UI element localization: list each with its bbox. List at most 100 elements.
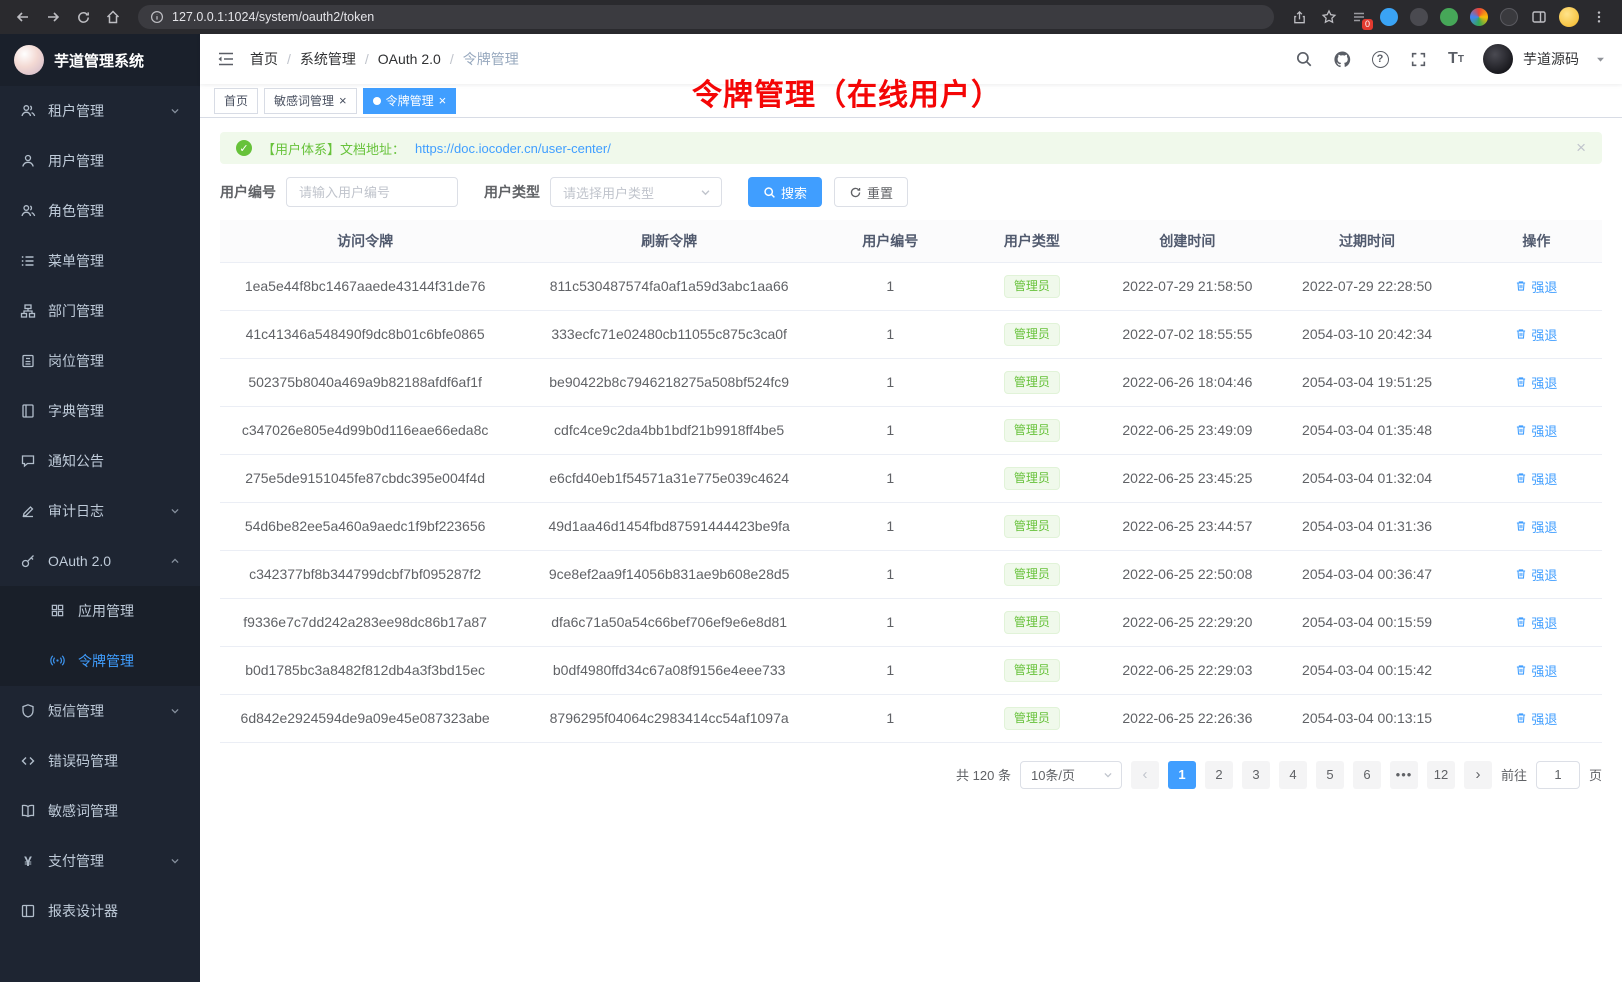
actions-cell: 强退 bbox=[1471, 358, 1602, 406]
trash-icon bbox=[1515, 424, 1527, 436]
extension-green-icon[interactable] bbox=[1436, 4, 1462, 30]
sidebar-item-label: 支付管理 bbox=[48, 851, 104, 871]
extension-dark-icon[interactable] bbox=[1406, 4, 1432, 30]
sidebar-item-label: 敏感词管理 bbox=[48, 801, 118, 821]
more-pages-button[interactable]: ••• bbox=[1390, 761, 1418, 789]
force-logout-button[interactable]: 强退 bbox=[1515, 565, 1557, 584]
share-icon[interactable] bbox=[1286, 4, 1312, 30]
page-button-4[interactable]: 4 bbox=[1279, 761, 1307, 789]
sidebar-item-error-code[interactable]: 错误码管理 bbox=[0, 736, 200, 786]
broadcast-icon bbox=[50, 653, 66, 669]
force-logout-button[interactable]: 强退 bbox=[1515, 421, 1557, 440]
page-size-select[interactable]: 10条/页 bbox=[1020, 761, 1122, 789]
force-logout-button[interactable]: 强退 bbox=[1515, 517, 1557, 536]
page-button-last[interactable]: 12 bbox=[1427, 761, 1455, 789]
split-view-icon[interactable] bbox=[1526, 4, 1552, 30]
refresh-icon[interactable] bbox=[70, 4, 96, 30]
force-logout-button[interactable]: 强退 bbox=[1515, 613, 1557, 632]
sidebar-item-role[interactable]: 角色管理 bbox=[0, 186, 200, 236]
breadcrumb-home[interactable]: 首页 bbox=[250, 49, 278, 69]
sidebar-item-sensitive-word[interactable]: 敏感词管理 bbox=[0, 786, 200, 836]
address-bar[interactable]: 127.0.0.1:1024/system/oauth2/token bbox=[138, 5, 1274, 29]
forward-icon[interactable] bbox=[40, 4, 66, 30]
user-type-cell: 管理员 bbox=[952, 502, 1111, 550]
reset-button[interactable]: 重置 bbox=[834, 177, 908, 207]
sidebar-item-user[interactable]: 用户管理 bbox=[0, 136, 200, 186]
refresh-token-cell: dfa6c71a50a54c66bef706ef9e6e8d81 bbox=[510, 598, 828, 646]
sidebar-collapse-icon[interactable] bbox=[216, 49, 236, 69]
tab-sensitive-word[interactable]: 敏感词管理 × bbox=[264, 88, 357, 114]
page-button-2[interactable]: 2 bbox=[1205, 761, 1233, 789]
goto-page-input[interactable] bbox=[1536, 761, 1580, 789]
close-icon[interactable]: × bbox=[439, 94, 447, 107]
chevron-down-icon bbox=[1103, 770, 1113, 780]
table-row: 6d842e2924594de9a09e45e087323abe 8796295… bbox=[220, 694, 1602, 742]
breadcrumb-system[interactable]: 系统管理 bbox=[300, 49, 356, 69]
tab-token-mgmt[interactable]: 令牌管理 × bbox=[363, 88, 457, 114]
page-button-6[interactable]: 6 bbox=[1353, 761, 1381, 789]
fullscreen-icon[interactable] bbox=[1407, 48, 1429, 70]
page-button-1[interactable]: 1 bbox=[1168, 761, 1196, 789]
force-logout-button[interactable]: 强退 bbox=[1515, 277, 1557, 296]
sidebar-item-label: 字典管理 bbox=[48, 401, 104, 421]
user-type-select[interactable]: 请选择用户类型 bbox=[550, 177, 722, 207]
info-icon[interactable] bbox=[150, 10, 164, 24]
sidebar-item-notice[interactable]: 通知公告 bbox=[0, 436, 200, 486]
breadcrumb-separator: / bbox=[287, 51, 291, 67]
sidebar-item-audit-log[interactable]: 审计日志 bbox=[0, 486, 200, 536]
user-id-input[interactable] bbox=[286, 177, 458, 207]
search-icon[interactable] bbox=[1293, 48, 1315, 70]
expire-time-cell: 2054-03-04 00:15:42 bbox=[1263, 646, 1470, 694]
extension-multicolor-icon[interactable] bbox=[1466, 4, 1492, 30]
force-logout-button[interactable]: 强退 bbox=[1515, 661, 1557, 680]
bookmark-star-icon[interactable] bbox=[1316, 4, 1342, 30]
sidebar-item-menu[interactable]: 菜单管理 bbox=[0, 236, 200, 286]
sidebar-item-sms[interactable]: 短信管理 bbox=[0, 686, 200, 736]
back-icon[interactable] bbox=[10, 4, 36, 30]
breadcrumb-separator: / bbox=[365, 51, 369, 67]
sidebar-item-oauth[interactable]: OAuth 2.0 bbox=[0, 536, 200, 586]
force-logout-button[interactable]: 强退 bbox=[1515, 325, 1557, 344]
banner-link[interactable]: https://doc.iocoder.cn/user-center/ bbox=[415, 141, 611, 156]
extension-blue-icon[interactable] bbox=[1376, 4, 1402, 30]
search-button[interactable]: 搜索 bbox=[748, 177, 822, 207]
prev-page-button[interactable]: ‹ bbox=[1131, 761, 1159, 789]
tab-home[interactable]: 首页 bbox=[214, 88, 258, 114]
sidebar-item-payment[interactable]: ¥ 支付管理 bbox=[0, 836, 200, 886]
caret-down-icon[interactable] bbox=[1595, 54, 1606, 65]
page-button-3[interactable]: 3 bbox=[1242, 761, 1270, 789]
browser-chrome: 127.0.0.1:1024/system/oauth2/token 0 bbox=[0, 0, 1622, 34]
github-icon[interactable] bbox=[1331, 48, 1353, 70]
expire-time-cell: 2054-03-04 19:51:25 bbox=[1263, 358, 1470, 406]
close-icon[interactable]: × bbox=[339, 94, 347, 107]
sidebar-item-tenant[interactable]: 租户管理 bbox=[0, 86, 200, 136]
user-avatar[interactable] bbox=[1483, 44, 1513, 74]
next-page-button[interactable]: › bbox=[1464, 761, 1492, 789]
browser-profile-avatar[interactable] bbox=[1556, 4, 1582, 30]
extension-adblock-icon[interactable]: 0 bbox=[1346, 4, 1372, 30]
sidebar-item-dict[interactable]: 字典管理 bbox=[0, 386, 200, 436]
breadcrumb-oauth[interactable]: OAuth 2.0 bbox=[378, 51, 441, 67]
home-icon[interactable] bbox=[100, 4, 126, 30]
extension-dark2-icon[interactable] bbox=[1496, 4, 1522, 30]
actions-cell: 强退 bbox=[1471, 550, 1602, 598]
font-size-icon[interactable]: TT bbox=[1445, 48, 1467, 70]
sidebar-item-report-designer[interactable]: 报表设计器 bbox=[0, 886, 200, 936]
sidebar-item-dept[interactable]: 部门管理 bbox=[0, 286, 200, 336]
actions-cell: 强退 bbox=[1471, 646, 1602, 694]
banner-close-icon[interactable]: × bbox=[1576, 138, 1586, 158]
force-logout-button[interactable]: 强退 bbox=[1515, 709, 1557, 728]
help-icon[interactable]: ? bbox=[1369, 48, 1391, 70]
sidebar-item-post[interactable]: 岗位管理 bbox=[0, 336, 200, 386]
user-type-tag: 管理员 bbox=[1004, 323, 1060, 346]
key-icon bbox=[20, 553, 36, 569]
force-logout-button[interactable]: 强退 bbox=[1515, 373, 1557, 392]
sidebar-item-token-mgmt[interactable]: 令牌管理 bbox=[0, 636, 200, 686]
page-button-5[interactable]: 5 bbox=[1316, 761, 1344, 789]
app-logo[interactable]: 芋道管理系统 bbox=[0, 34, 200, 86]
force-logout-button[interactable]: 强退 bbox=[1515, 469, 1557, 488]
refresh-token-cell: 8796295f04064c2983414cc54af1097a bbox=[510, 694, 828, 742]
refresh-icon bbox=[849, 186, 862, 199]
browser-menu-icon[interactable] bbox=[1586, 4, 1612, 30]
sidebar-item-app-mgmt[interactable]: 应用管理 bbox=[0, 586, 200, 636]
